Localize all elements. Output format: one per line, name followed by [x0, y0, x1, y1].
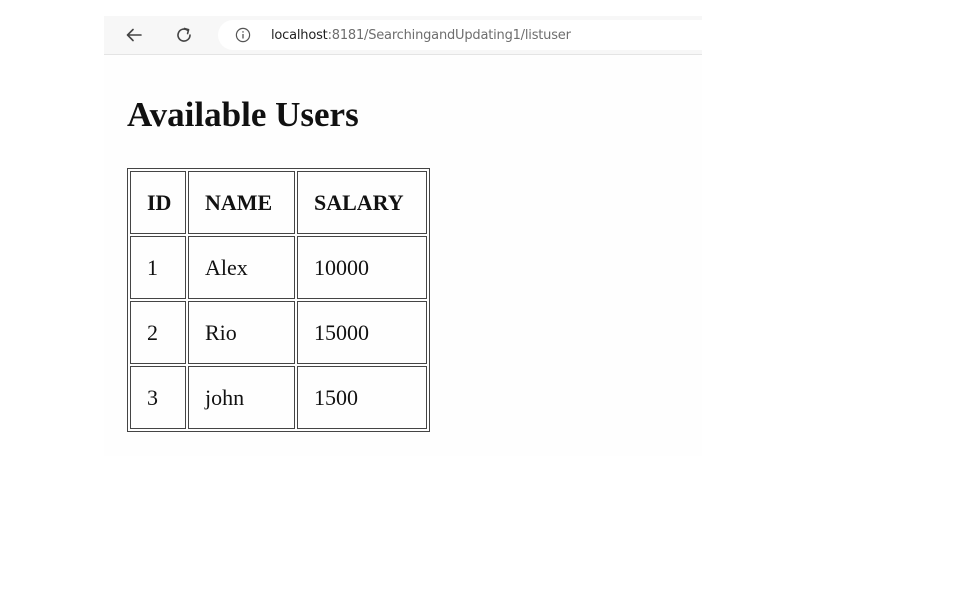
cell-name: john: [188, 366, 295, 429]
table-header-row: ID NAME SALARY: [130, 171, 427, 234]
back-button[interactable]: [120, 21, 148, 49]
table-row: 1 Alex 10000: [130, 236, 427, 299]
header-name: NAME: [188, 171, 295, 234]
page-title: Available Users: [127, 95, 359, 134]
cell-id: 2: [130, 301, 186, 364]
reload-button[interactable]: [170, 21, 198, 49]
url-path: :8181/SearchingandUpdating1/listuser: [327, 27, 571, 43]
cell-salary: 1500: [297, 366, 427, 429]
browser-toolbar: localhost:8181/SearchingandUpdating1/lis…: [104, 16, 702, 55]
cell-id: 3: [130, 366, 186, 429]
cell-name: Rio: [188, 301, 295, 364]
cell-salary: 10000: [297, 236, 427, 299]
url-text[interactable]: localhost:8181/SearchingandUpdating1/lis…: [271, 28, 571, 43]
arrow-left-icon: [124, 25, 144, 45]
users-table: ID NAME SALARY 1 Alex 10000 2 Rio 15000 …: [127, 168, 430, 432]
table-row: 2 Rio 15000: [130, 301, 427, 364]
address-bar[interactable]: localhost:8181/SearchingandUpdating1/lis…: [218, 20, 702, 50]
header-salary: SALARY: [297, 171, 427, 234]
url-host: localhost: [271, 27, 328, 43]
table-row: 3 john 1500: [130, 366, 427, 429]
cell-id: 1: [130, 236, 186, 299]
cell-salary: 15000: [297, 301, 427, 364]
reload-icon: [174, 25, 194, 45]
header-id: ID: [130, 171, 186, 234]
cell-name: Alex: [188, 236, 295, 299]
browser-window: localhost:8181/SearchingandUpdating1/lis…: [104, 16, 702, 456]
info-icon[interactable]: [235, 27, 251, 43]
